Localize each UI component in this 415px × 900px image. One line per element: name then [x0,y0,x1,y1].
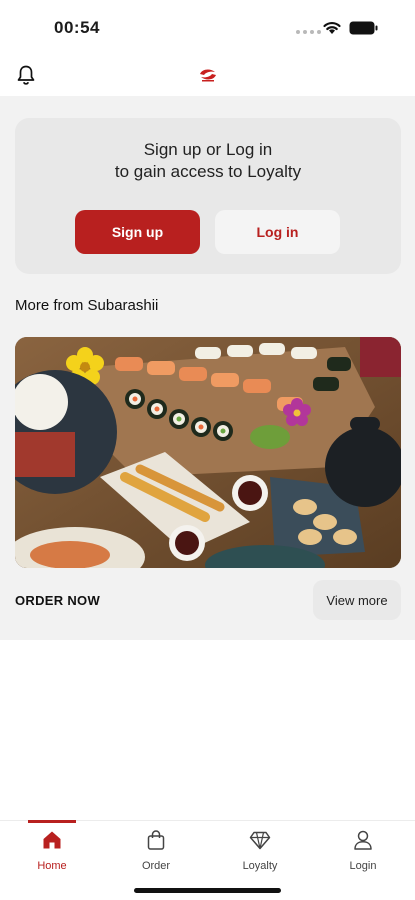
bag-icon [147,830,165,850]
loyalty-title: Sign up or Log in [143,140,273,159]
login-button[interactable]: Log in [215,210,340,254]
app-header [0,56,415,96]
tab-login[interactable]: Login [311,821,415,881]
diamond-icon [249,831,271,850]
tab-loyalty[interactable]: Loyalty [208,821,312,881]
home-indicator[interactable] [134,888,281,893]
signal-icon [296,30,321,34]
promo-image[interactable] [15,337,401,568]
status-time: 00:54 [54,18,100,37]
tab-login-label: Login [349,860,377,872]
signup-button[interactable]: Sign up [75,210,200,254]
home-icon [43,831,61,849]
user-icon [354,830,372,850]
view-more-button[interactable]: View more [313,580,401,620]
status-bar: 00:54 [0,0,415,56]
bell-icon[interactable] [15,64,37,86]
battery-icon [349,21,378,35]
tab-order[interactable]: Order [104,821,208,881]
tab-order-label: Order [141,860,171,872]
tab-home[interactable]: Home [0,821,104,881]
loyalty-card: Sign up or Log in to gain access to Loya… [15,118,401,274]
wifi-icon [323,21,341,34]
loyalty-subtitle: to gain access to Loyalty [114,162,302,181]
sushi-platter-illustration [15,337,401,568]
home-content: Sign up or Log in to gain access to Loya… [0,96,415,640]
tab-loyalty-label: Loyalty [242,860,278,872]
section-title: More from Subarashii [15,297,159,314]
order-now-label[interactable]: ORDER NOW [15,593,100,608]
tab-home-label: Home [37,860,67,872]
subarashii-logo [200,69,216,82]
